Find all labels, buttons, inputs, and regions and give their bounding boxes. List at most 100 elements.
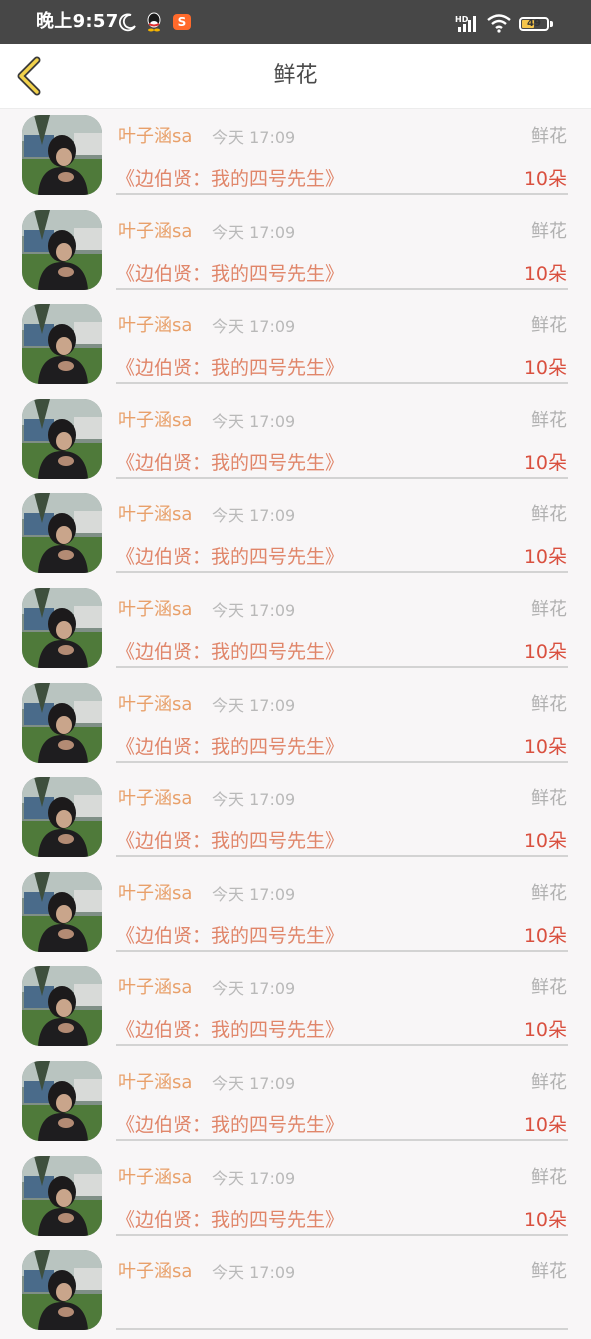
list-item[interactable]: 叶子涵sa 今天 17:09 鲜花 《边伯贤：我的四号先生》 10朵 xyxy=(0,393,591,488)
status-time: 晚上9:57 xyxy=(36,11,119,32)
avatar[interactable] xyxy=(22,1250,102,1331)
avatar[interactable] xyxy=(22,777,102,858)
list-item[interactable]: 叶子涵sa 今天 17:09 鲜花 《边伯贤：我的四号先生》 10朵 xyxy=(0,960,591,1055)
avatar[interactable] xyxy=(22,304,102,385)
gift-quantity: 10朵 xyxy=(523,924,567,947)
work-title-link[interactable]: 《边伯贤：我的四号先生》 xyxy=(116,1110,344,1137)
user-name[interactable]: 叶子涵sa xyxy=(118,1163,192,1189)
avatar-photo xyxy=(22,682,102,763)
user-name[interactable]: 叶子涵sa xyxy=(118,1068,192,1094)
list-item[interactable]: 叶子涵sa 今天 17:09 鲜花 《边伯贤：我的四号先生》 10朵 xyxy=(0,677,591,772)
work-title-link[interactable]: 《边伯贤：我的四号先生》 xyxy=(116,1015,344,1042)
gift-record-list: 叶子涵sa 今天 17:09 鲜花 《边伯贤：我的四号先生》 10朵 叶子涵sa… xyxy=(0,109,591,1339)
user-name[interactable]: 叶子涵sa xyxy=(118,500,192,526)
avatar[interactable] xyxy=(22,398,102,479)
user-name[interactable]: 叶子涵sa xyxy=(118,595,192,621)
send-time: 今天 17:09 xyxy=(212,695,296,715)
avatar-photo xyxy=(22,398,102,479)
gift-quantity: 10朵 xyxy=(523,735,567,758)
avatar-photo xyxy=(22,1060,102,1141)
avatar[interactable] xyxy=(22,682,102,763)
list-item[interactable]: 叶子涵sa 今天 17:09 鲜花 《边伯贤：我的四号先生》 10朵 xyxy=(0,1150,591,1245)
user-name[interactable]: 叶子涵sa xyxy=(118,690,192,716)
qq-icon xyxy=(147,12,161,32)
gift-quantity: 10朵 xyxy=(523,168,567,190)
gift-quantity: 10朵 xyxy=(523,1208,567,1231)
divider xyxy=(116,1138,568,1141)
list-item[interactable]: 叶子涵sa 今天 17:09 鲜花 《边伯贤：我的四号先生》 10朵 xyxy=(0,771,591,866)
user-name[interactable]: 叶子涵sa xyxy=(118,879,192,905)
back-button[interactable] xyxy=(10,52,50,100)
gift-type: 鲜花 xyxy=(531,882,567,904)
avatar[interactable] xyxy=(22,1155,102,1236)
list-item[interactable]: 叶子涵sa 今天 17:09 鲜花 《边伯贤：我的四号先生》 10朵 xyxy=(0,487,591,582)
work-title-link[interactable]: 《边伯贤：我的四号先生》 xyxy=(116,259,344,286)
gift-type: 鲜花 xyxy=(531,1071,567,1093)
list-item[interactable]: 叶子涵sa 今天 17:09 鲜花 《边伯贤：我的四号先生》 10朵 xyxy=(0,204,591,299)
send-time: 今天 17:09 xyxy=(212,600,296,620)
user-name[interactable]: 叶子涵sa xyxy=(118,973,192,999)
work-title-link[interactable]: 《边伯贤：我的四号先生》 xyxy=(116,637,344,664)
battery-icon: 49 xyxy=(519,17,549,31)
send-time: 今天 17:09 xyxy=(212,979,296,999)
user-name[interactable]: 叶子涵sa xyxy=(118,122,192,148)
divider xyxy=(116,1044,568,1047)
user-name[interactable]: 叶子涵sa xyxy=(118,1257,192,1283)
avatar-photo xyxy=(22,871,102,952)
avatar-photo xyxy=(22,1155,102,1236)
gift-type: 鲜花 xyxy=(531,598,567,620)
divider xyxy=(116,571,568,574)
user-name[interactable]: 叶子涵sa xyxy=(118,784,192,810)
work-title-link[interactable]: 《边伯贤：我的四号先生》 xyxy=(116,542,344,569)
work-title-link[interactable]: 《边伯贤：我的四号先生》 xyxy=(116,353,344,380)
divider xyxy=(116,760,568,763)
avatar[interactable] xyxy=(22,966,102,1047)
gift-type: 鲜花 xyxy=(531,126,567,147)
signal-icon xyxy=(458,16,476,32)
avatar[interactable] xyxy=(22,1060,102,1141)
user-name[interactable]: 叶子涵sa xyxy=(118,311,192,337)
avatar[interactable] xyxy=(22,587,102,668)
gift-quantity: 10朵 xyxy=(523,262,567,285)
battery-percent: 49 xyxy=(527,18,541,29)
avatar-photo xyxy=(22,304,102,385)
wifi-icon xyxy=(487,14,511,33)
send-time: 今天 17:09 xyxy=(212,222,296,242)
avatar[interactable] xyxy=(22,871,102,952)
user-name[interactable]: 叶子涵sa xyxy=(118,217,192,243)
work-title-link[interactable]: 《边伯贤：我的四号先生》 xyxy=(116,921,344,948)
avatar[interactable] xyxy=(22,115,102,195)
gift-type: 鲜花 xyxy=(531,409,567,431)
list-item[interactable]: 叶子涵sa 今天 17:09 鲜花 《边伯贤：我的四号先生》 10朵 xyxy=(0,109,591,204)
gift-quantity: 10朵 xyxy=(523,830,567,853)
list-item[interactable]: 叶子涵sa 今天 17:09 鲜花 《边伯贤：我的四号先生》 10朵 xyxy=(0,582,591,677)
gift-quantity: 10朵 xyxy=(523,1019,567,1042)
work-title-link[interactable]: 《边伯贤：我的四号先生》 xyxy=(116,826,344,853)
gift-type: 鲜花 xyxy=(531,504,567,526)
status-bar: 晚上9:57 S HD 49 xyxy=(0,0,591,44)
chevron-left-icon xyxy=(17,56,41,96)
avatar[interactable] xyxy=(22,209,102,290)
send-time: 今天 17:09 xyxy=(212,790,296,810)
app-header: 鲜花 xyxy=(0,44,591,109)
avatar-photo xyxy=(22,209,102,290)
battery-cap xyxy=(550,21,553,27)
divider xyxy=(116,476,568,479)
send-time: 今天 17:09 xyxy=(212,1073,296,1093)
user-name[interactable]: 叶子涵sa xyxy=(118,406,192,432)
work-title-link[interactable]: 《边伯贤：我的四号先生》 xyxy=(116,164,344,191)
gift-type: 鲜花 xyxy=(531,788,567,810)
work-title-link[interactable]: 《边伯贤：我的四号先生》 xyxy=(116,732,344,759)
avatar[interactable] xyxy=(22,493,102,574)
send-time: 今天 17:09 xyxy=(212,1168,296,1188)
work-title-link[interactable]: 《边伯贤：我的四号先生》 xyxy=(116,1205,344,1232)
work-title-link[interactable]: 《边伯贤：我的四号先生》 xyxy=(116,448,344,475)
list-item[interactable]: 叶子涵sa 今天 17:09 鲜花 xyxy=(0,1244,591,1339)
gift-quantity: 10朵 xyxy=(523,546,567,569)
divider xyxy=(116,1328,568,1331)
list-item[interactable]: 叶子涵sa 今天 17:09 鲜花 《边伯贤：我的四号先生》 10朵 xyxy=(0,1055,591,1150)
list-item[interactable]: 叶子涵sa 今天 17:09 鲜花 《边伯贤：我的四号先生》 10朵 xyxy=(0,866,591,961)
divider xyxy=(116,1233,568,1236)
avatar-photo xyxy=(22,587,102,668)
list-item[interactable]: 叶子涵sa 今天 17:09 鲜花 《边伯贤：我的四号先生》 10朵 xyxy=(0,298,591,393)
